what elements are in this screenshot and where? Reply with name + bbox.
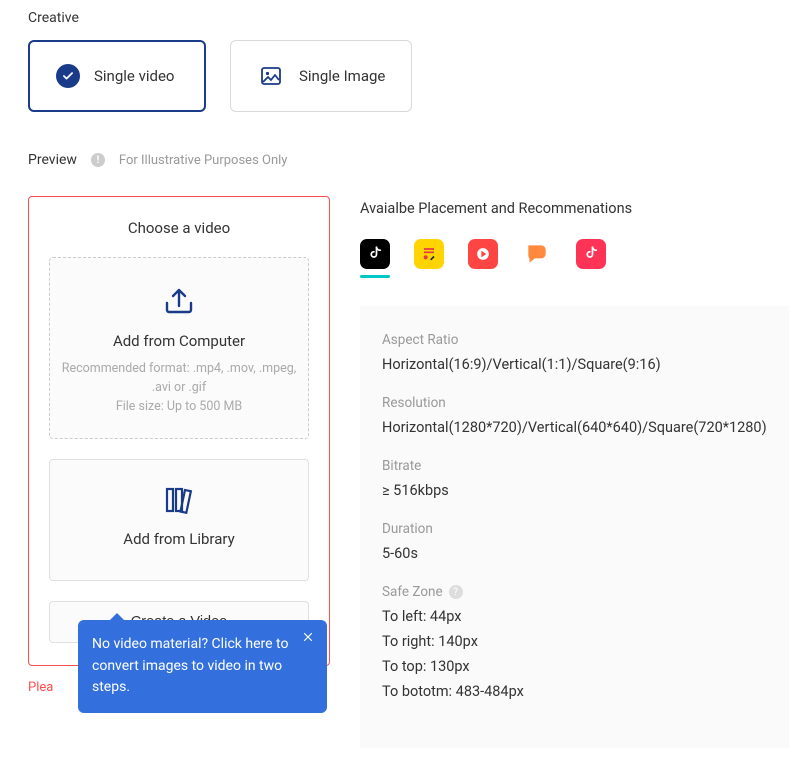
safezone-left: To left: 44px (382, 608, 767, 625)
resolution-label: Resolution (382, 395, 767, 411)
preview-header: Preview ! For Illustrative Purposes Only (28, 152, 770, 168)
placement-active-underline (360, 275, 390, 278)
creative-option-row: Single video Single Image (28, 40, 770, 112)
option-label: Single video (94, 67, 174, 85)
check-icon (56, 64, 80, 88)
option-label: Single Image (299, 67, 385, 85)
option-single-image[interactable]: Single Image (230, 40, 412, 112)
duration-value: 5-60s (382, 545, 767, 562)
upload-icon (60, 286, 298, 316)
add-from-computer-label: Add from Computer (60, 332, 298, 350)
bitrate-label: Bitrate (382, 458, 767, 474)
placement-panel: Avaialbe Placement and Recommenations As… (360, 196, 789, 748)
safezone-bottom: To bototm: 483-484px (382, 683, 767, 700)
aspect-ratio-label: Aspect Ratio (382, 332, 767, 348)
bitrate-value: ≥ 516kbps (382, 482, 767, 499)
close-icon[interactable] (299, 628, 317, 646)
safezone-top: To top: 130px (382, 658, 767, 675)
resolution-value: Horizontal(1280*720)/Vertical(640*640)/S… (382, 419, 767, 436)
tooltip-text: No video material? Click here to convert… (92, 636, 288, 695)
choose-video-panel: Choose a video Add from Computer Recomme… (28, 196, 330, 666)
placement-helo-icon[interactable] (522, 239, 552, 269)
help-icon[interactable]: ? (449, 585, 463, 599)
info-icon: ! (91, 153, 105, 167)
safezone-right: To right: 140px (382, 633, 767, 650)
create-video-tooltip: No video material? Click here to convert… (78, 620, 327, 713)
safezone-label: Safe Zone ? (382, 584, 767, 600)
placement-icons-row (360, 239, 789, 269)
placement-tiktok-lite-icon[interactable] (576, 239, 606, 269)
add-from-library-label: Add from Library (60, 530, 298, 548)
aspect-ratio-value: Horizontal(16:9)/Vertical(1:1)/Square(9:… (382, 356, 767, 373)
option-single-video[interactable]: Single video (28, 40, 206, 112)
add-from-computer[interactable]: Add from Computer Recommended format: .m… (49, 257, 309, 439)
illustrative-text: For Illustrative Purposes Only (119, 153, 288, 168)
size-hint: File size: Up to 500 MB (60, 398, 298, 417)
choose-video-title: Choose a video (49, 219, 309, 237)
placement-tiktok-icon[interactable] (360, 239, 390, 269)
placement-buzzvideo-icon[interactable] (414, 239, 444, 269)
creative-section-label: Creative (28, 10, 770, 26)
placement-title: Avaialbe Placement and Recommenations (360, 200, 789, 217)
safezone-values: To left: 44px To right: 140px To top: 13… (382, 608, 767, 700)
preview-label: Preview (28, 152, 77, 168)
image-icon (257, 62, 285, 90)
add-from-library[interactable]: Add from Library (49, 459, 309, 581)
duration-label: Duration (382, 521, 767, 537)
spec-list: Aspect Ratio Horizontal(16:9)/Vertical(1… (360, 306, 789, 748)
library-icon (60, 486, 298, 514)
placement-vigo-icon[interactable] (468, 239, 498, 269)
format-hint: Recommended format: .mp4, .mov, .mpeg, .… (60, 360, 298, 398)
